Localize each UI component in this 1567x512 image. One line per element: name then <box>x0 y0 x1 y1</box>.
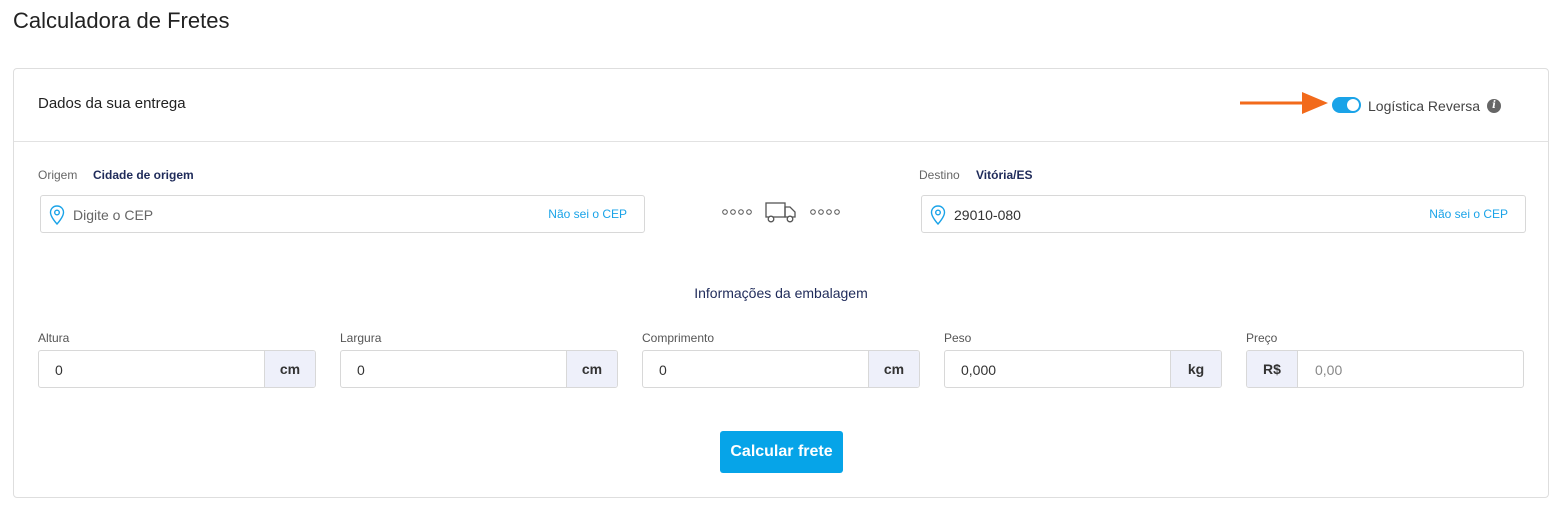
price-input[interactable] <box>1315 359 1515 381</box>
destination-unknown-cep-link[interactable]: Não sei o CEP <box>1429 207 1508 221</box>
info-icon[interactable]: i <box>1487 99 1501 113</box>
destination-cep-input[interactable] <box>954 204 1394 226</box>
weight-input[interactable] <box>961 359 1161 381</box>
weight-field: kg <box>944 350 1222 388</box>
orange-arrow-icon <box>1240 92 1328 114</box>
calculate-freight-button[interactable]: Calcular frete <box>720 431 843 473</box>
destination-city: Vitória/ES <box>976 168 1033 182</box>
height-unit: cm <box>264 351 315 387</box>
package-section-title: Informações da embalagem <box>694 285 868 301</box>
price-label: Preço <box>1246 331 1278 345</box>
length-label: Comprimento <box>642 331 715 345</box>
truck-route-icon <box>722 202 840 223</box>
toggle-knob <box>1347 99 1359 111</box>
width-label: Largura <box>340 331 382 345</box>
reverse-logistics-toggle[interactable] <box>1332 97 1361 113</box>
delivery-card: Dados da sua entrega Logística Reversa i… <box>13 68 1549 498</box>
price-currency: R$ <box>1247 351 1298 387</box>
length-input[interactable] <box>659 359 859 381</box>
length-field: cm <box>642 350 920 388</box>
map-pin-icon <box>49 205 65 225</box>
width-input[interactable] <box>357 359 557 381</box>
height-field: cm <box>38 350 316 388</box>
destination-cep-field: Não sei o CEP <box>921 195 1526 233</box>
page-title: Calculadora de Fretes <box>13 8 230 33</box>
height-input[interactable] <box>55 359 255 381</box>
width-field: cm <box>340 350 618 388</box>
weight-label: Peso <box>944 331 972 345</box>
destination-label: Destino <box>919 168 960 182</box>
origin-unknown-cep-link[interactable]: Não sei o CEP <box>548 207 627 221</box>
height-label: Altura <box>38 331 70 345</box>
origin-city: Cidade de origem <box>93 168 194 182</box>
price-field: R$ <box>1246 350 1524 388</box>
origin-label: Origem <box>38 168 78 182</box>
reverse-logistics-label: Logística Reversa <box>1368 98 1481 114</box>
origin-cep-input[interactable] <box>73 204 513 226</box>
length-unit: cm <box>868 351 919 387</box>
weight-unit: kg <box>1170 351 1221 387</box>
width-unit: cm <box>566 351 617 387</box>
card-title: Dados da sua entrega <box>38 95 186 112</box>
origin-cep-field: Não sei o CEP <box>40 195 645 233</box>
map-pin-icon <box>930 205 946 225</box>
card-header: Dados da sua entrega Logística Reversa i <box>14 69 1548 142</box>
